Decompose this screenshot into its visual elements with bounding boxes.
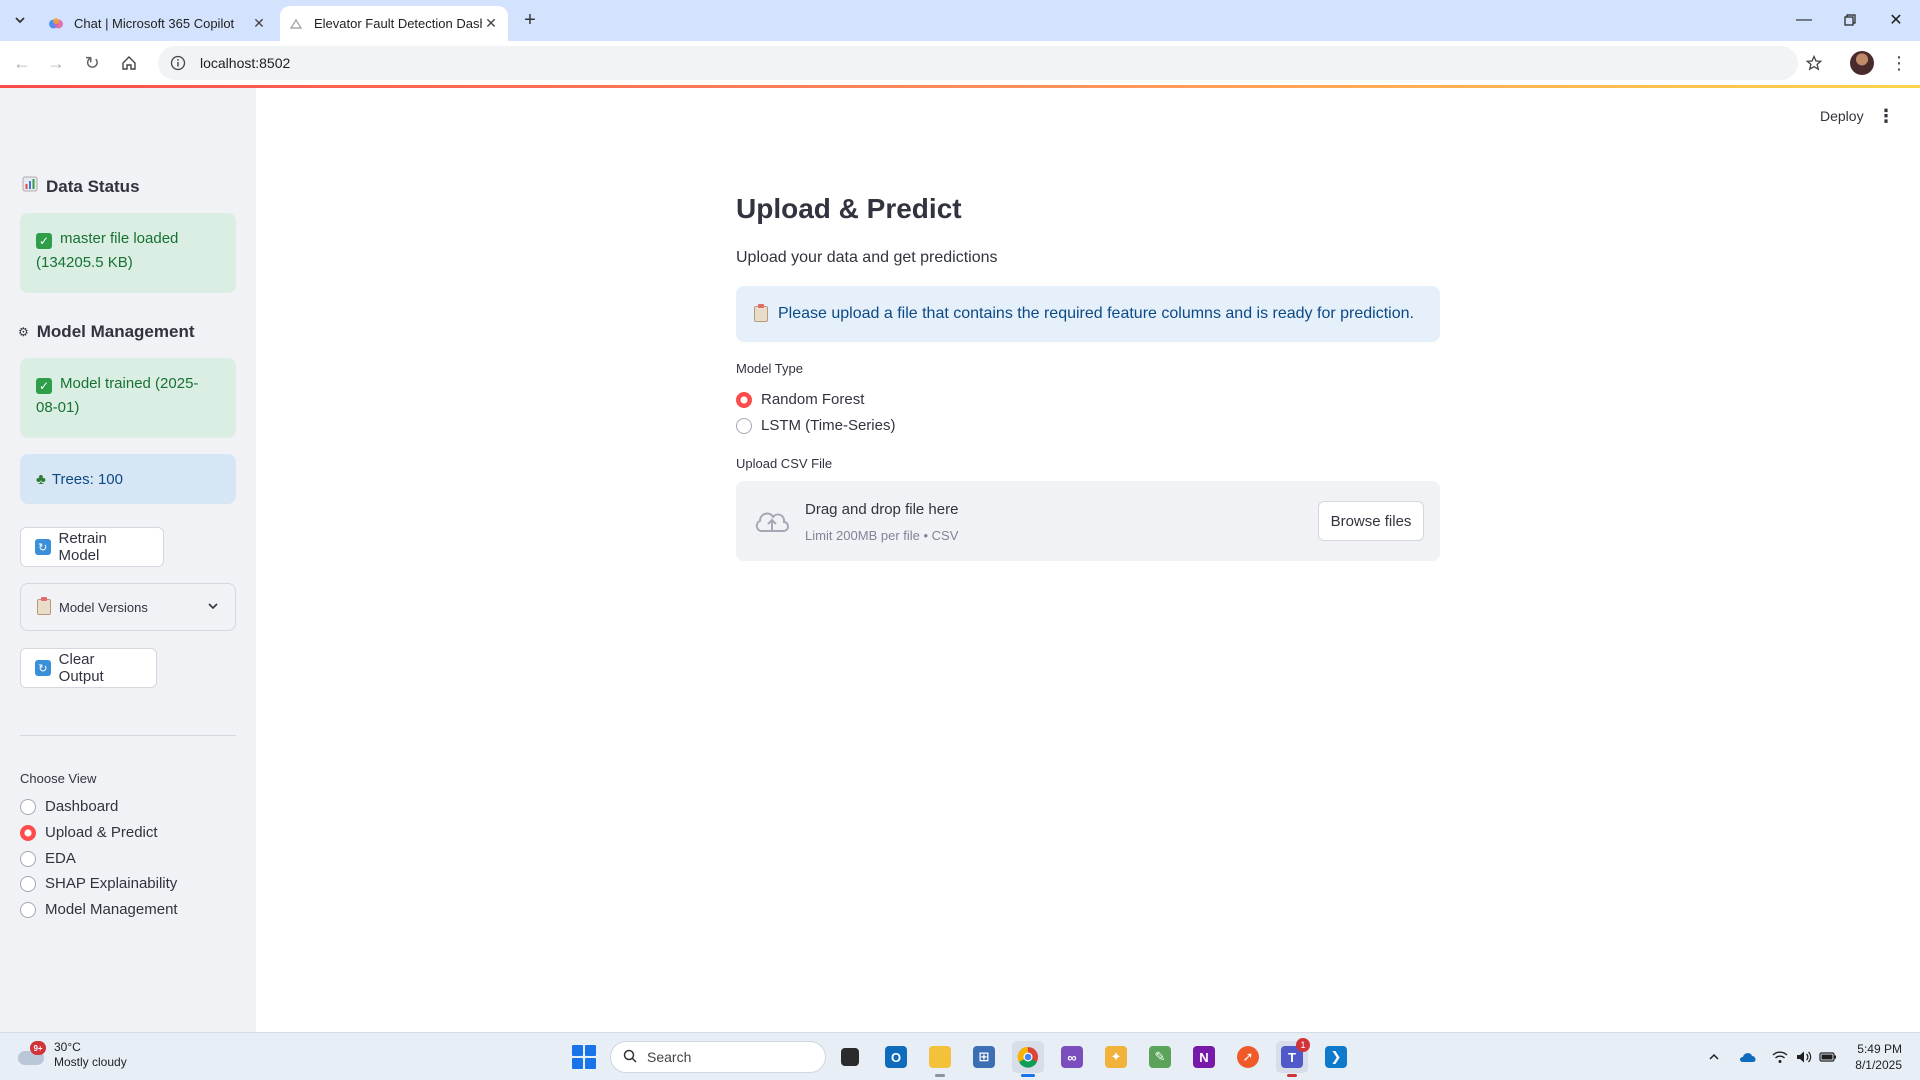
refresh-icon: ↻ bbox=[35, 660, 51, 676]
view-option-upload-predict[interactable]: Upload & Predict bbox=[20, 824, 158, 841]
bookmark-star-icon[interactable] bbox=[1800, 49, 1828, 77]
file-explorer-icon[interactable] bbox=[924, 1041, 956, 1077]
profile-avatar[interactable] bbox=[1850, 51, 1874, 75]
network-app-icon[interactable]: ⊞ bbox=[968, 1041, 1000, 1073]
reload-icon[interactable]: ↻ bbox=[78, 49, 106, 77]
data-status-alert: ✓ master file loaded (134205.5 KB) bbox=[20, 213, 236, 293]
volume-icon[interactable] bbox=[1794, 1047, 1814, 1067]
radio-button[interactable] bbox=[20, 798, 36, 815]
model-option-random-forest[interactable]: Random Forest bbox=[736, 391, 864, 408]
tab-title: Elevator Fault Detection Dashbo bbox=[314, 16, 482, 31]
tab-copilot[interactable]: Chat | Microsoft 365 Copilot ✕ bbox=[40, 6, 276, 41]
onenote-icon[interactable]: N bbox=[1188, 1041, 1220, 1073]
taskbar-search[interactable]: Search bbox=[610, 1041, 826, 1073]
site-info-icon[interactable] bbox=[170, 55, 186, 71]
weather-temp: 30°C bbox=[54, 1040, 81, 1054]
model-management-heading: ⚙ Model Management bbox=[18, 322, 195, 341]
radio-button[interactable] bbox=[20, 875, 36, 892]
upload-info-alert: Please upload a file that contains the r… bbox=[736, 286, 1440, 342]
streamlit-icon bbox=[288, 16, 304, 32]
windows-start-icon[interactable] bbox=[572, 1045, 596, 1069]
trees-info-alert: ♣ Trees: 100 bbox=[20, 454, 236, 504]
streamlit-header-decoration bbox=[0, 85, 1920, 88]
view-option-shap[interactable]: SHAP Explainability bbox=[20, 875, 177, 892]
gear-icon: ⚙ bbox=[18, 325, 29, 339]
view-option-dashboard[interactable]: Dashboard bbox=[20, 798, 118, 815]
tree-icon: ♣ bbox=[36, 471, 46, 488]
browser-menu-icon[interactable]: ⋮ bbox=[1885, 49, 1913, 77]
weather-desc: Mostly cloudy bbox=[54, 1055, 127, 1069]
radio-button-selected[interactable] bbox=[736, 391, 752, 408]
teams-notification-badge: 1 bbox=[1296, 1038, 1310, 1052]
swift-app-icon[interactable]: ➚ bbox=[1232, 1041, 1264, 1073]
model-option-lstm[interactable]: LSTM (Time-Series) bbox=[736, 417, 895, 434]
copilot-icon bbox=[48, 16, 64, 32]
back-arrow-icon[interactable]: ← bbox=[8, 49, 36, 77]
weather-widget[interactable]: 9+ 30°C Mostly cloudy bbox=[16, 1040, 127, 1070]
checkmark-icon: ✓ bbox=[36, 378, 52, 394]
wifi-icon[interactable] bbox=[1770, 1047, 1790, 1067]
search-icon bbox=[623, 1049, 637, 1066]
browse-files-button[interactable]: Browse files bbox=[1318, 501, 1424, 541]
clear-output-button[interactable]: ↻ Clear Output bbox=[20, 648, 157, 688]
sidebar: Data Status ✓ master file loaded (134205.… bbox=[0, 88, 256, 1032]
refresh-icon: ↻ bbox=[35, 539, 51, 555]
chevron-down-icon bbox=[207, 600, 219, 615]
visual-studio-icon[interactable]: ∞ bbox=[1056, 1041, 1088, 1073]
chrome-icon[interactable] bbox=[1012, 1041, 1044, 1077]
model-type-label: Model Type bbox=[736, 361, 803, 376]
windows-taskbar: 9+ 30°C Mostly cloudy Search O ⊞ ∞ ✦ ✎ N… bbox=[0, 1032, 1920, 1080]
view-option-model-management[interactable]: Model Management bbox=[20, 901, 178, 918]
minimize-icon[interactable]: — bbox=[1781, 0, 1827, 40]
upload-csv-label: Upload CSV File bbox=[736, 456, 833, 471]
tab-elevator-dashboard[interactable]: Elevator Fault Detection Dashbo ✕ bbox=[280, 6, 508, 41]
radio-button[interactable] bbox=[20, 850, 36, 867]
system-clock[interactable]: 5:49 PM 8/1/2025 bbox=[1830, 1041, 1902, 1073]
bar-chart-icon bbox=[22, 176, 38, 197]
address-bar[interactable]: localhost:8502 bbox=[158, 46, 1798, 80]
checkmark-icon: ✓ bbox=[36, 233, 52, 249]
radio-button-selected[interactable] bbox=[20, 824, 36, 841]
new-tab-icon[interactable]: + bbox=[518, 8, 542, 32]
close-icon[interactable]: ✕ bbox=[482, 15, 500, 33]
teams-icon[interactable]: T 1 bbox=[1276, 1038, 1310, 1077]
retrain-model-button[interactable]: ↻ Retrain Model bbox=[20, 527, 164, 567]
main-menu-icon[interactable]: ⋮ bbox=[1877, 106, 1895, 127]
clipboard-icon bbox=[37, 597, 51, 615]
file-dropzone[interactable]: Drag and drop file here Limit 200MB per … bbox=[736, 481, 1440, 561]
close-icon[interactable]: ✕ bbox=[250, 15, 268, 33]
tab-title: Chat | Microsoft 365 Copilot bbox=[74, 16, 235, 31]
chevron-up-icon[interactable] bbox=[1704, 1047, 1724, 1067]
radio-button[interactable] bbox=[20, 901, 36, 918]
onedrive-icon[interactable] bbox=[1738, 1047, 1758, 1067]
model-versions-expander[interactable]: Model Versions bbox=[20, 583, 236, 631]
model-trained-alert: ✓ Model trained (2025-08-01) bbox=[20, 358, 236, 438]
tab-search-icon[interactable] bbox=[8, 8, 32, 32]
task-view-icon[interactable] bbox=[834, 1041, 866, 1073]
browser-tab-strip: Chat | Microsoft 365 Copilot ✕ Elevator … bbox=[0, 0, 1920, 41]
power-tool-icon[interactable]: ✦ bbox=[1100, 1041, 1132, 1073]
outlook-icon[interactable]: O bbox=[880, 1041, 912, 1073]
page-subtitle: Upload your data and get predictions bbox=[736, 249, 998, 266]
clipboard-icon bbox=[754, 304, 768, 322]
home-icon[interactable] bbox=[115, 49, 143, 77]
sidebar-divider bbox=[20, 735, 236, 736]
url-text: localhost:8502 bbox=[200, 55, 291, 71]
vscode-icon[interactable]: ❯ bbox=[1320, 1041, 1352, 1073]
data-status-heading: Data Status bbox=[22, 176, 140, 197]
restore-icon[interactable] bbox=[1827, 0, 1873, 40]
cloud-weather-icon: 9+ bbox=[16, 1041, 46, 1067]
view-option-eda[interactable]: EDA bbox=[20, 850, 76, 867]
radio-button[interactable] bbox=[736, 417, 752, 434]
choose-view-label: Choose View bbox=[20, 771, 97, 786]
dropzone-limit: Limit 200MB per file • CSV bbox=[805, 528, 959, 543]
deploy-button[interactable]: Deploy bbox=[1820, 108, 1864, 124]
forward-arrow-icon[interactable]: → bbox=[42, 49, 70, 77]
dropzone-instructions: Drag and drop file here bbox=[805, 501, 959, 518]
browser-toolbar: ← → ↻ localhost:8502 ⋮ bbox=[0, 41, 1920, 85]
page-title: Upload & Predict bbox=[736, 193, 962, 224]
cloud-upload-icon bbox=[752, 503, 792, 539]
window-close-icon[interactable]: ✕ bbox=[1873, 0, 1919, 40]
notepad-icon[interactable]: ✎ bbox=[1144, 1041, 1176, 1073]
